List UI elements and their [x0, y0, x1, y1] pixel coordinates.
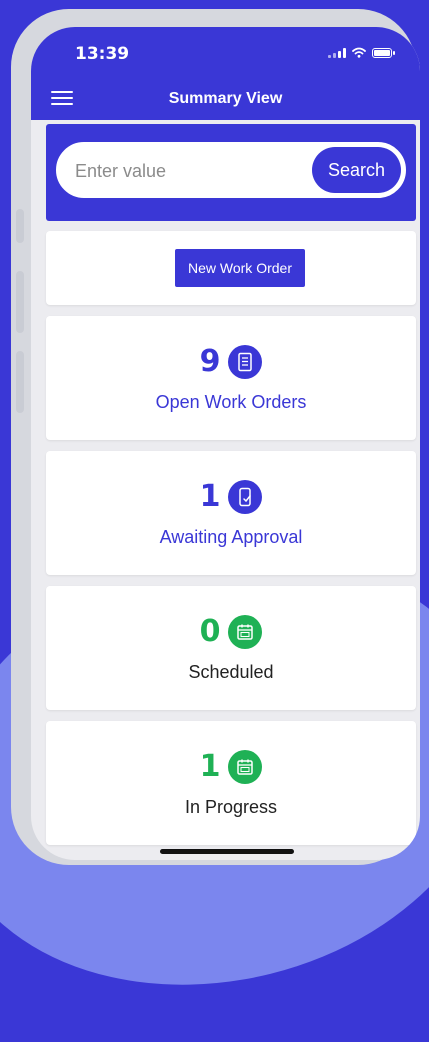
stat-label: Open Work Orders: [155, 392, 307, 412]
home-indicator: [160, 849, 294, 854]
search-field: Search: [56, 142, 406, 198]
battery-icon: [372, 47, 395, 58]
stat-row: 1: [46, 479, 416, 515]
stat-row: 0: [46, 614, 416, 650]
app-screen: 13:39 Summary View Search: [31, 27, 420, 860]
stat-card-open-work-orders[interactable]: 9 Open Work Orders: [46, 316, 416, 440]
stat-count: 0: [199, 614, 221, 649]
signal-icon: [328, 47, 346, 58]
stat-count: 1: [199, 749, 221, 784]
stat-card-in-progress[interactable]: 1 In Progress: [46, 721, 416, 845]
stat-card-awaiting-approval[interactable]: 1 Awaiting Approval: [46, 451, 416, 575]
status-icons: [328, 47, 395, 58]
search-panel: Search: [46, 124, 416, 221]
search-button[interactable]: Search: [312, 147, 401, 193]
checklist-icon: [228, 345, 263, 379]
app-header: 13:39 Summary View: [31, 27, 420, 120]
stat-label: Awaiting Approval: [159, 527, 303, 547]
phone-frame: 13:39 Summary View Search: [11, 9, 420, 865]
new-work-order-button[interactable]: New Work Order: [175, 249, 305, 287]
search-input[interactable]: [73, 145, 297, 197]
page-title: Summary View: [168, 90, 283, 107]
stat-card-scheduled[interactable]: 0 Scheduled: [46, 586, 416, 710]
status-time: 13:39: [75, 44, 130, 64]
stat-row: 1: [46, 749, 416, 785]
mobile-check-icon: [228, 480, 263, 514]
stat-label: In Progress: [184, 797, 278, 817]
stat-row: 9: [46, 344, 416, 380]
new-order-card: New Work Order: [46, 231, 416, 305]
phone-side-button: [16, 271, 24, 333]
stat-count: 9: [199, 344, 221, 379]
stat-count: 1: [199, 479, 221, 514]
calendar-icon: [228, 750, 263, 784]
wifi-icon: [352, 47, 366, 58]
calendar-icon: [228, 615, 263, 649]
stat-label: Scheduled: [188, 662, 274, 682]
phone-side-button: [16, 209, 24, 243]
phone-side-button: [16, 351, 24, 413]
